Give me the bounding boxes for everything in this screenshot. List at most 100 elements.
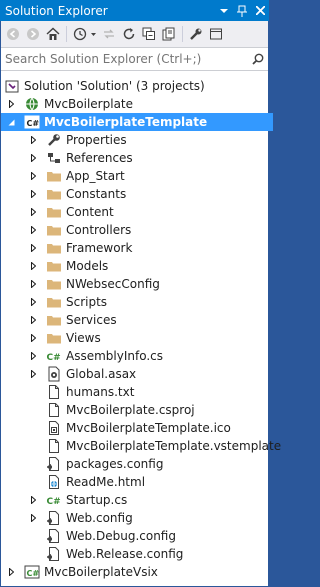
tree-item-assemblyinfo-cs[interactable]: C# AssemblyInfo.cs [1, 347, 295, 365]
tree-item-readme-html[interactable]: ReadMe.html [1, 473, 295, 491]
properties-icon [46, 132, 62, 148]
tree-item-global-asax[interactable]: Global.asax [1, 365, 295, 383]
text-file-icon [46, 384, 62, 400]
preview-icon[interactable] [206, 24, 225, 44]
toolbar-separator [182, 26, 183, 42]
folder-icon [46, 204, 62, 220]
close-icon[interactable] [251, 0, 269, 21]
references-icon [46, 150, 62, 166]
svg-text:C#: C# [47, 497, 61, 507]
tree-item-web-release-config[interactable]: Web.Release.config [1, 545, 295, 563]
arrow-spacer [28, 401, 38, 419]
config-file-icon [46, 546, 62, 562]
folder-icon [46, 186, 62, 202]
tree-item-label: Solution 'Solution' (3 projects) [24, 79, 205, 93]
history-icon[interactable] [70, 24, 89, 44]
pin-icon[interactable] [233, 0, 251, 21]
tree-item-controllers[interactable]: Controllers [1, 221, 295, 239]
svg-text:C#: C# [27, 119, 40, 128]
properties-icon[interactable] [186, 24, 205, 44]
tree-item-label: Services [66, 313, 117, 327]
arrow-spacer [28, 473, 38, 491]
tree-item-framework[interactable]: Framework [1, 239, 295, 257]
expand-arrow-icon[interactable] [28, 329, 38, 347]
tree-item-label: Web.config [66, 511, 133, 525]
tree-item-label: Framework [66, 241, 133, 255]
tree-item-nwebsecconfig[interactable]: NWebsecConfig [1, 275, 295, 293]
tree-item-constants[interactable]: Constants [1, 185, 295, 203]
tree-item-services[interactable]: Services [1, 311, 295, 329]
asax-file-icon [46, 366, 62, 382]
search-input[interactable] [1, 48, 248, 70]
tree-item-web-config[interactable]: Web.config [1, 509, 295, 527]
history-dropdown-icon[interactable] [90, 24, 97, 44]
expand-arrow-icon[interactable] [28, 185, 38, 203]
folder-icon [46, 240, 62, 256]
tree-item-label: Controllers [66, 223, 132, 237]
web-project-icon [24, 96, 40, 112]
pending-changes-icon[interactable] [99, 24, 118, 44]
expand-arrow-icon[interactable] [28, 275, 38, 293]
back-icon[interactable] [3, 24, 22, 44]
csharp-project-icon: C# [24, 564, 40, 580]
tree-item-scripts[interactable]: Scripts [1, 293, 295, 311]
arrow-spacer [28, 545, 38, 563]
tree-item-content[interactable]: Content [1, 203, 295, 221]
tree-item-mvcboilerplatetemplate-ico[interactable]: MvcBoilerplateTemplate.ico [1, 419, 295, 437]
home-icon[interactable] [43, 24, 62, 44]
tree-item-humans-txt[interactable]: humans.txt [1, 383, 295, 401]
csharp-file-icon: C# [46, 348, 62, 364]
collapse-arrow-icon[interactable] [6, 113, 16, 131]
refresh-icon[interactable] [119, 24, 138, 44]
tree-item-label: ReadMe.html [66, 475, 146, 489]
tree-item-label: Web.Release.config [66, 547, 184, 561]
tree-item-label: Startup.cs [66, 493, 128, 507]
solution-explorer-panel: Solution 'Solution' (3 projects) MvcBoil… [1, 21, 281, 586]
expand-arrow-icon[interactable] [28, 293, 38, 311]
expand-arrow-icon[interactable] [28, 203, 38, 221]
folder-icon [46, 168, 62, 184]
expand-arrow-icon[interactable] [28, 149, 38, 167]
tree-item-mvcboilerplatetemplate-vstemplate[interactable]: MvcBoilerplateTemplate.vstemplate [1, 437, 295, 455]
icon-file-icon [46, 420, 62, 436]
tree-item-properties[interactable]: Properties [1, 131, 295, 149]
tree-item-label: MvcBoilerplateVsix [44, 565, 158, 579]
dropdown-icon[interactable] [215, 0, 233, 21]
tree-item-project-mvcboilerplatevsix[interactable]: C# MvcBoilerplateVsix [1, 563, 273, 581]
search-icon[interactable] [248, 49, 268, 69]
expand-arrow-icon[interactable] [28, 509, 38, 527]
tree-item-app-start[interactable]: App_Start [1, 167, 295, 185]
tree-item-references[interactable]: References [1, 149, 295, 167]
toolbar-separator [66, 26, 67, 42]
csharp-project-icon: C# [24, 114, 40, 130]
expand-arrow-icon[interactable] [28, 257, 38, 275]
expand-arrow-icon[interactable] [28, 311, 38, 329]
expand-arrow-icon[interactable] [28, 131, 38, 149]
arrow-spacer [28, 437, 38, 455]
expand-arrow-icon[interactable] [6, 563, 16, 581]
tree-item-views[interactable]: Views [1, 329, 295, 347]
tree-item-solution[interactable]: Solution 'Solution' (3 projects) [1, 77, 271, 95]
show-all-files-icon[interactable] [159, 24, 178, 44]
tree-item-label: Scripts [66, 295, 108, 309]
collapse-all-icon[interactable] [139, 24, 158, 44]
expand-arrow-icon[interactable] [28, 221, 38, 239]
expand-arrow-icon[interactable] [28, 167, 38, 185]
forward-icon[interactable] [23, 24, 42, 44]
config-file-icon [46, 528, 62, 544]
expand-arrow-icon[interactable] [6, 95, 16, 113]
expand-arrow-icon[interactable] [28, 347, 38, 365]
tree-item-project-mvcboilerplate[interactable]: MvcBoilerplate [1, 95, 273, 113]
tree-item-models[interactable]: Models [1, 257, 295, 275]
tree-item-project-mvcboilerplatetemplate[interactable]: C# MvcBoilerplateTemplate [1, 113, 273, 131]
folder-icon [46, 222, 62, 238]
toolbar [1, 21, 268, 48]
expand-arrow-icon[interactable] [28, 365, 38, 383]
expand-arrow-icon[interactable] [28, 239, 38, 257]
tree-item-packages-config[interactable]: packages.config [1, 455, 295, 473]
arrow-spacer [28, 419, 38, 437]
expand-arrow-icon[interactable] [28, 491, 38, 509]
tree-item-web-debug-config[interactable]: Web.Debug.config [1, 527, 295, 545]
tree-item-startup-cs[interactable]: C# Startup.cs [1, 491, 295, 509]
tree-item-mvcboilerplate-csproj[interactable]: MvcBoilerplate.csproj [1, 401, 295, 419]
